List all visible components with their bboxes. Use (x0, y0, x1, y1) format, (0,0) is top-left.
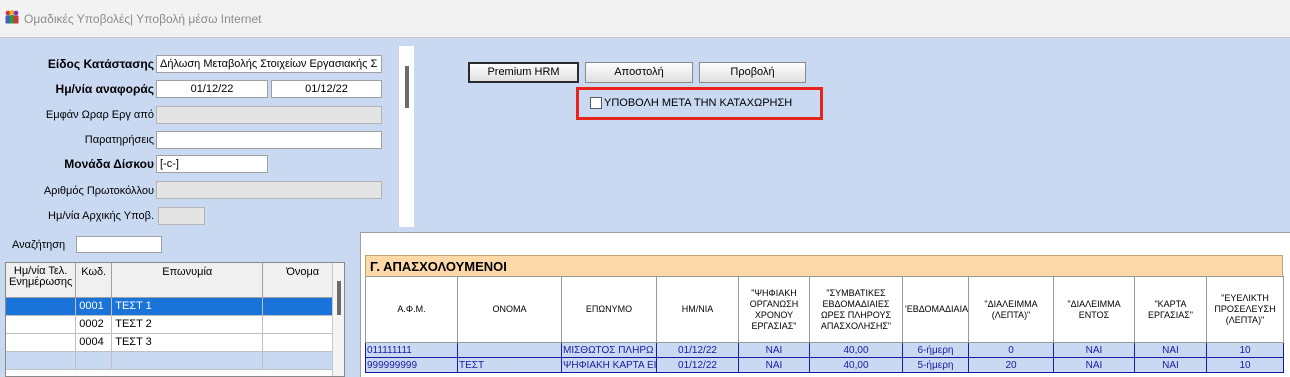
cell-break-in: ΝΑΙ (1053, 357, 1135, 373)
form-scrollbar-thumb[interactable] (405, 66, 409, 108)
section-title: Γ. ΑΠΑΣΧΟΛΟΥΜΕΝΟΙ (365, 255, 1283, 277)
employees-header: Α.Φ.Μ. ΟΝΟΜΑ ΕΠΩΝΥΜΟ ΗΜ/ΝΙΑ "ΨΗΦΙΑΚΗ ΟΡΓ… (365, 276, 1284, 343)
cell-digital: ΝΑΙ (738, 342, 810, 358)
col-header-weekly[interactable]: 'ΕΒΔΟΜΑΔΙΑΙΑ (902, 276, 969, 343)
employees-grid: Α.Φ.Μ. ΟΝΟΜΑ ΕΠΩΝΥΜΟ ΗΜ/ΝΙΑ "ΨΗΦΙΑΚΗ ΟΡΓ… (365, 276, 1284, 373)
table-row[interactable]: 0002 ΤΕΣΤ 2 (6, 315, 344, 334)
employee-row[interactable]: 011111111 ΜΙΣΘΩΤΟΣ ΠΛΗΡΩ 01/12/22 ΝΑΙ 40… (365, 342, 1284, 358)
cell-first-name (457, 342, 562, 358)
initial-date-field (158, 207, 205, 225)
cell-code: 0004 (75, 333, 113, 352)
companies-grid: Ημ/νία Τελ. Ενημέρωσης Κωδ. Επωνυμία Όνο… (5, 262, 345, 377)
window-title: Ομαδικές Υποβολές| Υποβολή μέσω Internet (24, 12, 262, 26)
employee-row[interactable]: 999999999 ΤΕΣΤ ΨΗΦΙΑΚΗ ΚΑΡΤΑ ΕΙ 01/12/22… (365, 357, 1284, 373)
cell-name: ΤΕΣΤ 1 (111, 297, 264, 316)
col-header-date[interactable]: Ημ/νία Τελ. Ενημέρωσης (6, 263, 77, 298)
cell-card: ΝΑΙ (1134, 357, 1207, 373)
cell-afm: 999999999 (365, 357, 458, 373)
cell-hours: 40,00 (809, 342, 903, 358)
cell-code: 0001 (75, 297, 113, 316)
companies-scrollbar[interactable] (332, 263, 344, 376)
disk-field[interactable]: [-c-] (156, 155, 268, 173)
cell-flex: 10 (1206, 342, 1284, 358)
submit-after-checkbox[interactable] (590, 97, 602, 109)
cell-first-name: ΤΕΣΤ (457, 357, 562, 373)
cell-hours: 40,00 (809, 357, 903, 373)
empty-row (6, 351, 344, 370)
cell-date (6, 315, 77, 334)
remarks-field[interactable] (156, 131, 382, 149)
col-header-hours[interactable]: "ΣΥΜΒΑΤΙΚΕΣ ΕΒΔΟΜΑΔΙΑΙΕΣ ΩΡΕΣ ΠΛΗΡΟΥΣ ΑΠ… (809, 276, 903, 343)
table-row[interactable]: 0004 ΤΕΣΤ 3 (6, 333, 344, 352)
search-input[interactable] (76, 236, 162, 253)
cell-date: 01/12/22 (656, 342, 739, 358)
col-header-afm[interactable]: Α.Φ.Μ. (365, 276, 458, 343)
col-header-last-name[interactable]: ΕΠΩΝΥΜΟ (561, 276, 657, 343)
cell-last-name: ΜΙΣΘΩΤΟΣ ΠΛΗΡΩ (561, 342, 657, 358)
col-header-first-name[interactable]: ΟΝΟΜΑ (457, 276, 562, 343)
cell-name: ΤΕΣΤ 3 (111, 333, 264, 352)
show-hours-field (156, 106, 382, 124)
view-button[interactable]: Προβολή (699, 62, 806, 83)
cell-first (262, 297, 344, 316)
col-header-date[interactable]: ΗΜ/ΝΙΑ (656, 276, 739, 343)
cell-digital: ΝΑΙ (738, 357, 810, 373)
cell-name: ΤΕΣΤ 2 (111, 315, 264, 334)
show-hours-label: Εμφάν Ωραρ Εργ από (45, 109, 154, 121)
remarks-label: Παρατηρήσεις (84, 134, 154, 146)
cell-flex: 10 (1206, 357, 1284, 373)
send-button[interactable]: Αποστολή (585, 62, 693, 83)
col-header-first[interactable]: Όνομα (262, 263, 344, 298)
col-header-code[interactable]: Κωδ. (75, 263, 113, 298)
protocol-label: Αριθμός Πρωτοκόλλου (43, 185, 154, 197)
col-header-digital[interactable]: "ΨΗΦΙΑΚΗ ΟΡΓΑΝΩΣΗ ΧΡΟΝΟΥ ΕΡΓΑΣΙΑΣ" (738, 276, 810, 343)
initial-date-label: Ημ/νία Αρχικής Υποβ. (48, 210, 154, 222)
cell-weekly: 6-ήμερη (902, 342, 969, 358)
disk-label: Μονάδα Δίσκου (64, 157, 154, 171)
companies-scrollbar-thumb[interactable] (337, 281, 341, 315)
title-bar: Ομαδικές Υποβολές| Υποβολή μέσω Internet (0, 0, 1290, 38)
search-label: Αναζήτηση (12, 239, 66, 251)
cell-date (6, 297, 77, 316)
cell-date (6, 333, 77, 352)
type-field[interactable]: Δήλωση Μεταβολής Στοιχείων Εργασιακής Σ (156, 55, 382, 73)
cell-break-min: 20 (968, 357, 1054, 373)
cell-code: 0002 (75, 315, 113, 334)
cell-last-name: ΨΗΦΙΑΚΗ ΚΑΡΤΑ ΕΙ (561, 357, 657, 373)
premium-hrm-button[interactable]: Premium HRM (468, 62, 579, 83)
col-header-card[interactable]: "ΚΑΡΤΑ ΕΡΓΑΣΙΑΣ" (1134, 276, 1207, 343)
cell-card: ΝΑΙ (1134, 342, 1207, 358)
ref-date-to-field[interactable]: 01/12/22 (271, 80, 382, 98)
cell-break-in: ΝΑΙ (1053, 342, 1135, 358)
cell-afm: 011111111 (365, 342, 458, 358)
cell-first (262, 333, 344, 352)
col-header-break-min[interactable]: "ΔΙΑΛΕΙΜΜΑ (ΛΕΠΤΑ)" (968, 276, 1054, 343)
ref-date-label: Ημ/νία αναφοράς (55, 82, 154, 96)
col-header-flex[interactable]: "ΕΥΕΛΙΚΤΗ ΠΡΟΣΕΛΕΥΣΗ (ΛΕΠΤΑ)" (1206, 276, 1284, 343)
people-icon (5, 10, 19, 24)
ref-date-from-field[interactable]: 01/12/22 (156, 80, 268, 98)
col-header-name[interactable]: Επωνυμία (111, 263, 264, 298)
type-label: Είδος Κατάστασης (47, 57, 154, 71)
cell-break-min: 0 (968, 342, 1054, 358)
cell-date: 01/12/22 (656, 357, 739, 373)
table-row[interactable]: 0001 ΤΕΣΤ 1 (6, 297, 344, 316)
companies-header: Ημ/νία Τελ. Ενημέρωσης Κωδ. Επωνυμία Όνο… (6, 263, 344, 298)
protocol-field (156, 181, 382, 199)
col-header-break-in[interactable]: "ΔΙΑΛΕΙΜΜΑ ΕΝΤΟΣ (1053, 276, 1135, 343)
cell-weekly: 5-ήμερη (902, 357, 969, 373)
submit-after-label[interactable]: ΥΠΟΒΟΛΗ ΜΕΤΑ ΤΗΝ ΚΑΤΑΧΩΡΗΣΗ (604, 97, 792, 109)
cell-first (262, 315, 344, 334)
form-scrollbar[interactable] (398, 46, 414, 227)
